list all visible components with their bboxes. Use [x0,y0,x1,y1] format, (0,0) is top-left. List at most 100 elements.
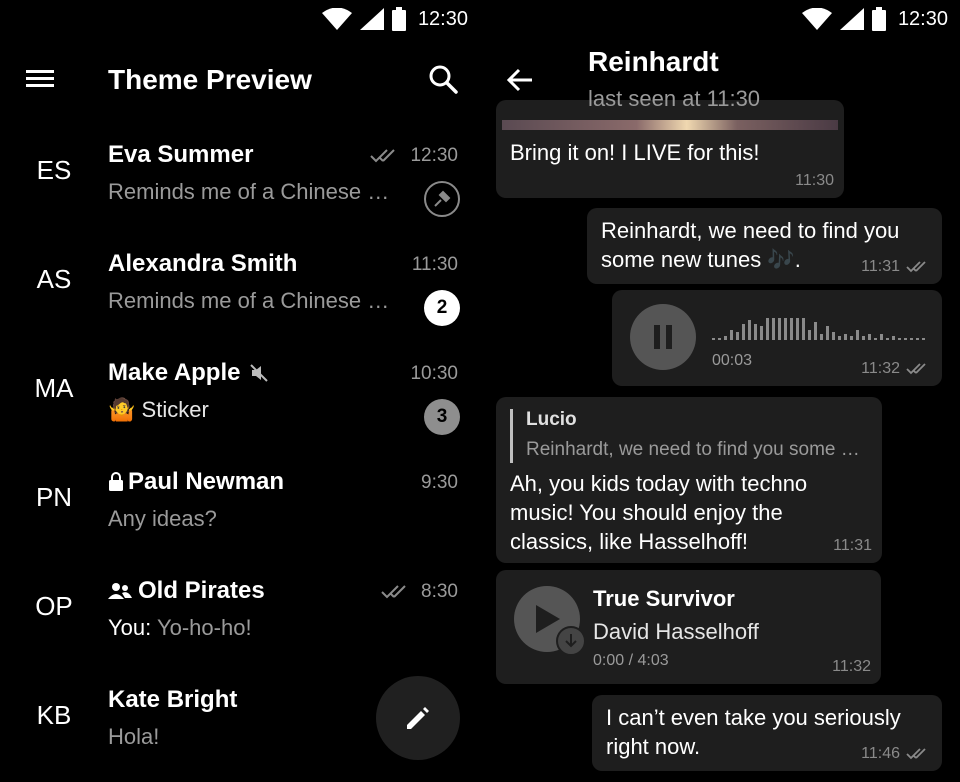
chat-time-text: 9:30 [421,472,458,493]
message-text-line: classics, like Hasselhoff! [510,529,749,554]
chat-name-text: Kate Bright [108,686,238,713]
wifi-icon [321,8,352,30]
chat-preview: You: Yo-ho-ho! [108,615,398,641]
message-text-line: music! You should enjoy the [510,500,783,525]
chat-name-text: Old Pirates [138,577,265,604]
battery-icon [871,7,886,31]
message-text: some new tunes [601,247,762,272]
message-time-text: 11:31 [833,537,872,554]
pause-button[interactable] [630,304,696,370]
avatar: OP [35,591,73,621]
status-time: 12:30 [897,7,948,30]
sticker-emoji: 🤷 [108,397,136,422]
status-bar: 12:30 [321,0,468,38]
chat-name-text: Eva Summer [108,141,254,168]
chat-name: Old Pirates [108,577,265,605]
arrow-back-icon[interactable] [506,66,536,96]
signal-icon [839,8,864,30]
chat-preview: 🤷 Sticker [108,397,398,423]
reply-author: Lucio [526,409,577,430]
avatar: KB [36,700,72,730]
double-check-icon [370,149,396,163]
double-check-icon [381,585,406,599]
track-title: True Survivor [593,586,735,611]
signal-icon [359,8,384,30]
photo-strip [502,120,838,130]
chat-name: Make Apple [108,359,270,387]
track-progress: 0:00 / 4:03 [593,652,669,669]
chat-time-text: 10:30 [410,363,458,384]
message-text: . [794,247,801,272]
message-text-line: right now. [606,734,701,759]
message-time: 11:32 [861,360,932,378]
chat-row[interactable]: ES Eva Summer 12:30 Reminds me of a Chin… [0,125,480,234]
unread-badge: 2 [424,290,460,326]
avatar: MA [34,373,74,403]
message-time: 11:46 [861,745,932,763]
music-message-bubble[interactable]: True Survivor David Hasselhoff 0:00 / 4:… [496,570,881,684]
message-time-text: 11:30 [795,172,834,189]
reply-preview: Reinhardt, we need to find you some new … [526,439,866,460]
chat-header: Reinhardt last seen at 11:30 [480,40,960,120]
menu-icon[interactable] [24,66,60,96]
chat-name-text: Alexandra Smith [108,250,298,277]
search-icon[interactable] [428,64,462,98]
chat-list-screen: 12:30 Theme Preview ES Eva Summer 12:30 … [0,0,480,782]
page-title: Theme Preview [108,64,312,95]
chat-title: Reinhardt [588,46,719,77]
chat-preview-text: Yo-ho-ho! [156,615,252,640]
status-bar: 12:30 [801,0,948,38]
compose-button[interactable] [376,676,460,760]
message-time-text: 11:46 [861,745,900,762]
mute-icon [250,364,269,382]
track-artist: David Hasselhoff [593,619,759,644]
message-bubble-outgoing[interactable]: I can’t even take you seriously right no… [592,695,942,771]
message-text: Bring it on! I LIVE for this! [510,140,760,165]
reply-bar [510,409,513,463]
preview-prefix: You: [108,615,152,640]
battery-icon [391,7,406,31]
message-text-line: Ah, you kids today with techno [510,471,808,496]
music-emoji: 🎶 [767,247,795,272]
chat-name: Eva Summer [108,141,253,169]
chat-preview: Reminds me of a Chinese prison [108,179,398,204]
toolbar: Theme Preview [0,50,480,110]
chat-row[interactable]: OP Old Pirates 8:30 You: Yo-ho-ho! [0,561,480,670]
chat-time: 8:30 [381,581,458,603]
chat-time: 9:30 [421,472,458,494]
chat-name: Alexandra Smith [108,250,297,278]
message-time: 11:30 [795,172,834,190]
voice-message-bubble[interactable]: 00:03 11:32 [612,290,942,386]
message-text-line: some new tunes 🎶. [601,245,801,274]
message-time: 11:32 [832,658,871,676]
status-time: 12:30 [417,7,468,30]
chat-name-text: Make Apple [108,359,241,386]
message-bubble-outgoing[interactable]: Reinhardt, we need to find you some new … [587,208,942,284]
download-icon[interactable] [556,626,586,656]
chat-screen: 12:30 Bring it on! I LIVE for this! 11:3… [480,0,960,782]
pause-icon [654,325,672,349]
message-text-line: I can’t even take you seriously [606,705,901,730]
voice-duration: 00:03 [712,352,753,369]
lock-icon [109,472,123,491]
last-seen: last seen at 11:30 [588,86,761,111]
chat-time-text: 11:30 [411,254,458,275]
message-bubble-incoming-reply[interactable]: Lucio Reinhardt, we need to find you som… [496,397,882,563]
waveform[interactable] [712,312,932,342]
chat-name: Kate Bright [108,686,237,714]
double-check-icon [906,363,926,375]
chat-name-text: Paul Newman [128,468,285,495]
pin-icon [424,181,460,217]
group-icon [108,583,132,599]
chat-row[interactable]: AS Alexandra Smith 11:30 Reminds me of a… [0,234,480,343]
chat-row[interactable]: MA Make Apple 10:30 🤷 Sticker 3 [0,343,480,452]
chat-row[interactable]: PN Paul Newman 9:30 Any ideas? [0,452,480,561]
message-time-text: 11:31 [861,258,900,275]
avatar: ES [36,155,72,185]
message-time-text: 11:32 [861,360,900,377]
chat-preview: Hola! [108,724,160,749]
message-time: 11:31 [861,258,932,276]
message-time: 11:31 [833,537,872,555]
chat-preview: Any ideas? [108,506,217,531]
message-time-text: 11:32 [832,658,871,675]
